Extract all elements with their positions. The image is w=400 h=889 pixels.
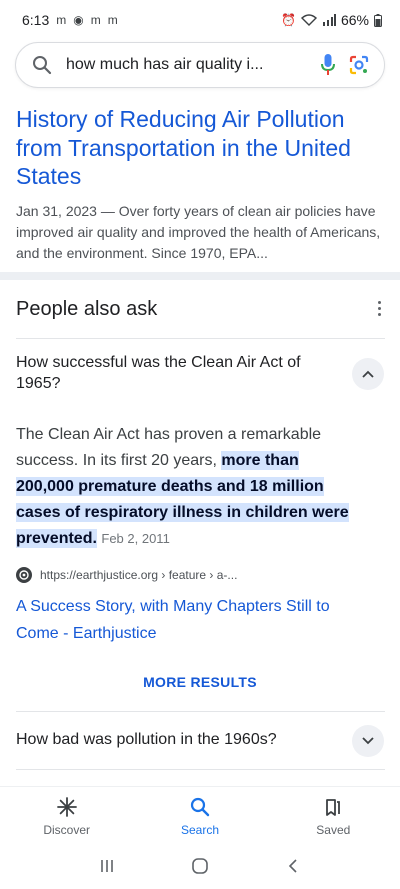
answer-date: Feb 2, 2011 <box>101 531 170 546</box>
home-icon <box>192 858 208 874</box>
expand-question-button[interactable] <box>352 725 384 757</box>
answer-source[interactable]: https://earthjustice.org › feature › a-.… <box>16 567 237 583</box>
discover-icon <box>56 797 77 817</box>
search-nav-icon <box>190 797 210 817</box>
earthjustice-favicon-icon <box>16 567 32 583</box>
search-bar[interactable]: how much has air quality i... <box>15 42 385 88</box>
search-input[interactable]: how much has air quality i... <box>66 56 308 74</box>
nav-saved-label: Saved <box>316 823 351 837</box>
section-divider <box>0 272 400 280</box>
status-right: ⏰ 66% <box>281 12 382 28</box>
mic-icon[interactable] <box>320 53 336 77</box>
result-snippet: Jan 31, 2023 — Over forty years of clean… <box>16 202 381 261</box>
notification-m-icon: m <box>56 13 67 27</box>
answer-text: The Clean Air Act has proven a remarkabl… <box>16 422 361 552</box>
recent-apps-icon <box>100 860 113 872</box>
nav-saved[interactable]: Saved <box>267 787 400 841</box>
source-title-link[interactable]: A Success Story, with Many Chapters Stil… <box>16 593 361 647</box>
home-button[interactable] <box>180 851 220 881</box>
notification-circle-icon: ◉ <box>73 13 84 27</box>
search-result: History of Reducing Air Pollution from T… <box>16 105 384 264</box>
battery-percent: 66% <box>340 12 369 28</box>
divider <box>16 338 385 339</box>
status-bar: 6:13 m ◉ m m ⏰ 66% <box>0 0 400 40</box>
back-icon <box>289 859 297 873</box>
nav-search[interactable]: Search <box>133 787 266 841</box>
chevron-up-icon <box>362 370 374 378</box>
nav-search-label: Search <box>180 823 219 837</box>
question-2[interactable]: How bad was pollution in the 1960s? <box>16 731 277 749</box>
question-1[interactable]: How successful was the Clean Air Act of … <box>16 352 336 394</box>
alarm-icon: ⏰ <box>281 13 296 27</box>
collapse-question-button[interactable] <box>352 358 384 390</box>
status-time: 6:13 <box>22 12 50 28</box>
bottom-navigation: Discover Search Saved <box>0 786 400 841</box>
saved-icon <box>326 799 341 816</box>
chevron-down-icon <box>362 737 374 745</box>
signal-icon <box>322 14 336 26</box>
status-left: 6:13 m ◉ m m <box>22 12 118 28</box>
battery-icon <box>374 13 382 27</box>
google-lens-icon[interactable] <box>348 54 370 76</box>
back-button[interactable] <box>273 851 313 881</box>
more-options-icon[interactable] <box>372 298 386 318</box>
notification-m-icon-3: m <box>107 13 118 27</box>
result-title-link[interactable]: History of Reducing Air Pollution from T… <box>16 105 384 191</box>
divider <box>16 769 385 770</box>
divider <box>16 711 385 712</box>
source-url[interactable]: https://earthjustice.org › feature › a-.… <box>40 568 237 582</box>
system-navigation-bar <box>0 843 400 889</box>
more-results-button[interactable]: MORE RESULTS <box>0 674 400 690</box>
wifi-icon <box>300 14 317 26</box>
notification-m-icon-2: m <box>90 13 101 27</box>
search-icon[interactable] <box>32 55 52 75</box>
people-also-ask-heading: People also ask <box>16 298 158 320</box>
recent-apps-button[interactable] <box>87 851 127 881</box>
nav-discover[interactable]: Discover <box>0 787 133 841</box>
nav-discover-label: Discover <box>43 823 90 837</box>
